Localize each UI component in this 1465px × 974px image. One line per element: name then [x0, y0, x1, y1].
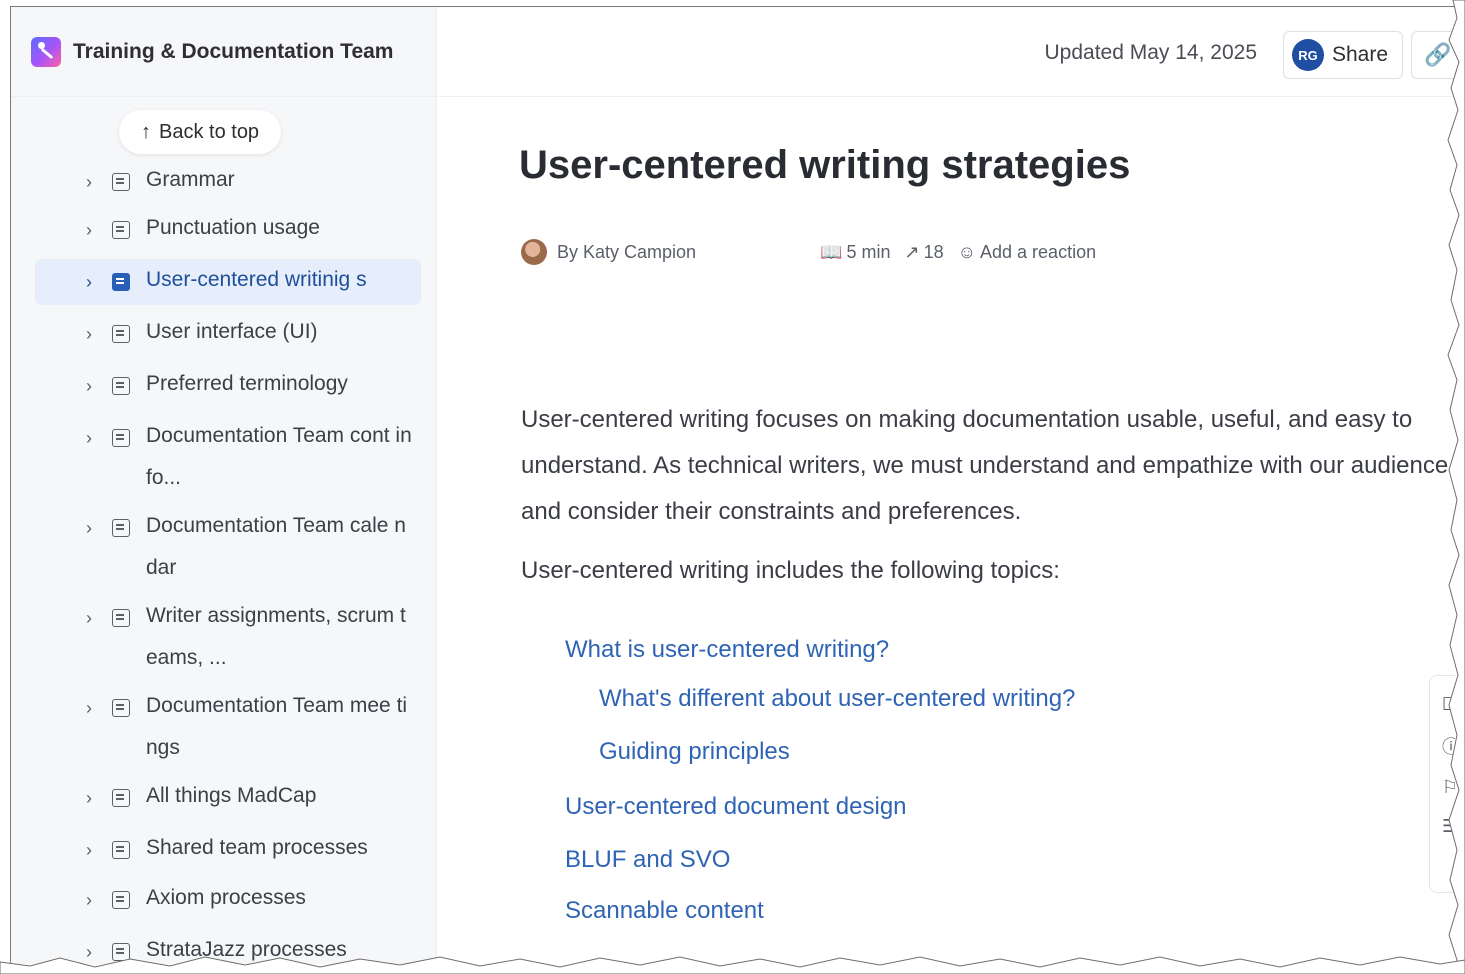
sidebar-item-shared-team-processes[interactable]: › Shared team processes — [11, 827, 437, 873]
page-byline: By Katy Campion 📖 5 min ↗ 18 ☺ Add a rea… — [521, 239, 1096, 265]
view-count[interactable]: 18 — [924, 242, 944, 263]
avatar: RG — [1292, 39, 1324, 71]
page-title: User-centered writing strategies — [519, 143, 1131, 187]
share-label: Share — [1332, 43, 1389, 66]
back-to-top-button[interactable]: ↑ Back to top — [119, 110, 282, 154]
book-icon: 📖 — [820, 241, 843, 262]
sidebar-item-label: Shared team processes — [146, 836, 368, 859]
sidebar-item-label: Writer assignments, scrum teams, ... — [146, 604, 406, 669]
page-icon — [112, 841, 130, 859]
sidebar-item-user-interface[interactable]: › User interface (UI) — [11, 311, 437, 357]
sidebar-item-documentation-team-meetings[interactable]: › Documentation Team mee tings — [11, 685, 437, 769]
add-reaction-icon[interactable]: ☺ — [958, 242, 976, 263]
sidebar-item-label: User-centered writinig s — [146, 268, 367, 291]
space-title[interactable]: Training & Documentation Team — [73, 40, 393, 64]
toc-link[interactable]: What's different about user-centered wri… — [599, 673, 1075, 725]
topics-intro: User-centered writing includes the follo… — [521, 557, 1060, 584]
sidebar-item-user-centered-writing[interactable]: › User-centered writinig s — [35, 259, 421, 305]
sidebar-item-grammar[interactable]: › Grammar — [11, 159, 437, 205]
space-header[interactable]: Training & Documentation Team — [11, 7, 436, 97]
back-to-top-label: Back to top — [159, 120, 260, 143]
toc-link[interactable]: User-centered document design — [565, 779, 1075, 835]
updated-date: Updated May 14, 2025 — [1044, 41, 1257, 64]
chevron-right-icon[interactable]: › — [86, 877, 106, 923]
chevron-right-icon[interactable]: › — [86, 827, 106, 873]
sidebar-item-label: User interface (UI) — [146, 320, 318, 343]
chevron-right-icon[interactable]: › — [86, 207, 106, 253]
torn-edge-bottom — [0, 956, 1465, 974]
chevron-right-icon[interactable]: › — [86, 685, 106, 731]
chevron-right-icon[interactable]: › — [86, 259, 106, 305]
sidebar-item-label: Punctuation usage — [146, 216, 320, 239]
chevron-right-icon[interactable]: › — [86, 415, 106, 461]
sidebar-item-label: Documentation Team cale ndar — [146, 514, 406, 579]
sidebar-item-label: Preferred terminology — [146, 372, 348, 395]
page-tree: › Grammar › Punctuation usage › User-cen… — [11, 157, 437, 964]
sidebar-item-axiom-processes[interactable]: › Axiom processes — [11, 877, 437, 923]
chevron-right-icon[interactable]: › — [86, 595, 106, 641]
chevron-right-icon[interactable]: › — [86, 505, 106, 551]
page-icon — [112, 699, 130, 717]
page-icon — [112, 609, 130, 627]
sidebar-item-label: Axiom processes — [146, 886, 306, 909]
sidebar-item-label: Grammar — [146, 168, 235, 191]
chevron-right-icon[interactable]: › — [86, 775, 106, 821]
arrow-up-icon: ↑ — [141, 120, 151, 143]
space-logo-icon — [31, 36, 61, 67]
page-icon — [112, 377, 130, 395]
author-avatar[interactable] — [521, 239, 547, 265]
page-icon — [112, 325, 130, 343]
page-icon — [112, 519, 130, 537]
author-name[interactable]: By Katy Campion — [557, 242, 696, 263]
sidebar-item-label: Documentation Team mee tings — [146, 694, 408, 759]
read-time: 5 min — [846, 241, 891, 262]
page-icon — [112, 429, 130, 447]
page-icon — [112, 273, 130, 291]
page-icon — [112, 221, 130, 239]
sidebar-item-preferred-terminology[interactable]: › Preferred terminology — [11, 363, 437, 409]
sidebar-item-label: Documentation Team cont info... — [146, 424, 412, 489]
chevron-right-icon[interactable]: › — [86, 311, 106, 357]
trend-icon: ↗ — [904, 241, 920, 262]
page-icon — [112, 173, 130, 191]
torn-edge-right — [1447, 0, 1465, 974]
sidebar-item-documentation-team-calendar[interactable]: › Documentation Team cale ndar — [11, 505, 437, 589]
toc-link[interactable]: Scannable content — [565, 885, 1075, 937]
share-button[interactable]: RG Share — [1283, 31, 1403, 79]
intro-paragraph: User-centered writing focuses on making … — [521, 406, 1449, 525]
add-reaction-button[interactable]: Add a reaction — [980, 242, 1096, 263]
page-icon — [112, 891, 130, 909]
toc-link[interactable]: BLUF and SVO — [565, 835, 1075, 885]
page-header: Updated May 14, 2025 RG Share 🔗 — [437, 7, 1455, 97]
toc-link[interactable]: Guiding principles — [599, 725, 1075, 779]
sidebar-item-writer-assignments[interactable]: › Writer assignments, scrum teams, ... — [11, 595, 437, 679]
chevron-right-icon[interactable]: › — [86, 363, 106, 409]
sidebar-item-punctuation-usage[interactable]: › Punctuation usage — [11, 207, 437, 253]
topic-links: What is user-centered writing? What's di… — [565, 627, 1075, 937]
page-icon — [112, 789, 130, 807]
sidebar-item-documentation-team-contact[interactable]: › Documentation Team cont info... — [11, 415, 437, 499]
app-frame: Training & Documentation Team ↑ Back to … — [10, 6, 1455, 964]
sidebar: Training & Documentation Team ↑ Back to … — [11, 7, 437, 964]
chevron-right-icon[interactable]: › — [86, 159, 106, 205]
sidebar-item-label: All things MadCap — [146, 784, 317, 807]
toc-link[interactable]: What is user-centered writing? — [565, 627, 1075, 673]
sidebar-item-all-things-madcap[interactable]: › All things MadCap — [11, 775, 437, 821]
